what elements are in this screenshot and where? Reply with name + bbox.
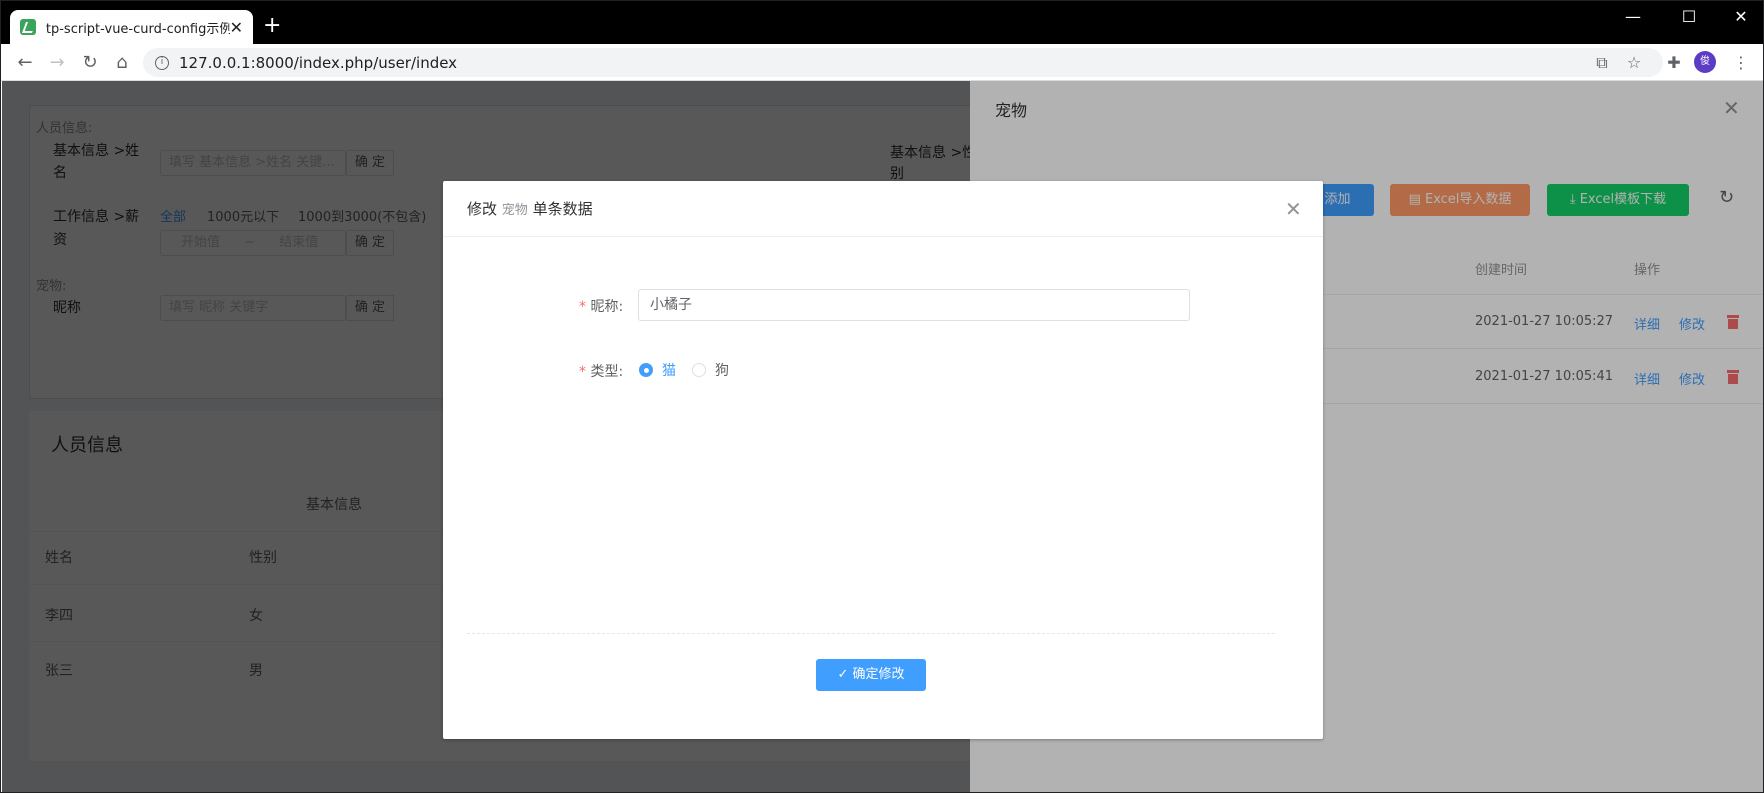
address-url: 127.0.0.1:8000/index.php/user/index — [179, 53, 458, 72]
address-bar[interactable]: i 127.0.0.1:8000/index.php/user/index — [143, 48, 1663, 77]
dialog-title-model: 宠物 — [501, 203, 528, 218]
confirm-edit-label: 确定修改 — [852, 667, 905, 682]
required-asterisk-icon: * — [579, 299, 591, 315]
dialog-title: 修改 宠物 单条数据 — [467, 198, 593, 219]
profile-avatar[interactable]: 俊 — [1694, 51, 1716, 73]
dialog-title-prefix: 修改 — [467, 200, 498, 218]
required-asterisk-icon: * — [579, 364, 591, 380]
dialog-title-suffix: 单条数据 — [532, 200, 593, 218]
type-radio-cat-label[interactable]: 猫 — [662, 360, 676, 380]
tab-title: tp-script-vue-curd-config示例 — [45, 21, 230, 37]
reload-icon[interactable]: ↻ — [78, 51, 102, 75]
edit-dialog — [443, 181, 1323, 739]
dialog-footer-divider — [467, 633, 1275, 634]
type-radio-cat[interactable] — [639, 363, 653, 377]
check-icon: ✓ — [837, 667, 853, 682]
new-tab-icon[interactable]: + — [263, 13, 281, 39]
forward-icon[interactable]: → — [45, 51, 69, 75]
home-icon[interactable]: ⌂ — [110, 51, 134, 75]
nick-field-label: * 昵称: — [579, 296, 623, 316]
nick-input[interactable]: 小橘子 — [638, 289, 1190, 321]
translate-icon[interactable]: ⧉ — [1591, 52, 1613, 74]
dialog-close-icon[interactable]: ✕ — [1285, 197, 1302, 221]
minimize-icon[interactable]: — — [1610, 5, 1656, 29]
type-field-label: * 类型: — [579, 361, 623, 381]
type-field-label-text: 类型: — [590, 364, 624, 380]
extensions-icon[interactable]: ✚ — [1663, 52, 1685, 74]
browser-tab[interactable]: tp-script-vue-curd-config示例 ✕ — [10, 10, 253, 44]
confirm-edit-button[interactable]: ✓ 确定修改 — [816, 659, 926, 691]
site-favicon-icon — [20, 19, 36, 35]
site-info-icon[interactable]: i — [155, 55, 169, 70]
nick-field-label-text: 昵称: — [590, 299, 624, 315]
bookmark-star-icon[interactable]: ☆ — [1623, 52, 1645, 74]
window-close-icon[interactable]: ✕ — [1718, 5, 1763, 29]
dialog-header-divider — [443, 236, 1323, 237]
type-radio-dog-label[interactable]: 狗 — [715, 360, 729, 380]
tab-close-icon[interactable]: ✕ — [230, 18, 243, 37]
type-radio-dog[interactable] — [692, 363, 706, 377]
menu-dots-icon[interactable]: ⋮ — [1730, 52, 1752, 74]
maximize-icon[interactable]: ☐ — [1666, 5, 1712, 29]
back-icon[interactable]: ← — [13, 51, 37, 75]
